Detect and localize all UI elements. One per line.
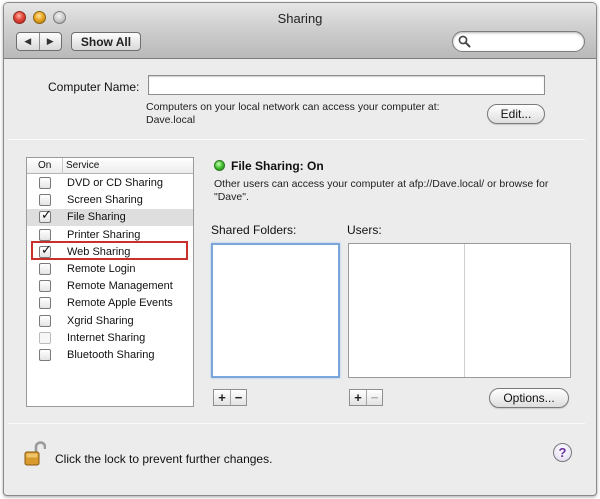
- service-name: Bluetooth Sharing: [67, 349, 155, 361]
- service-list-header: On Service: [27, 158, 193, 174]
- service-name: Printer Sharing: [67, 228, 141, 241]
- service-name: Remote Apple Events: [67, 297, 173, 310]
- service-checkbox[interactable]: [39, 228, 51, 241]
- service-row[interactable]: ✓ File Sharing: [27, 207, 193, 227]
- service-row[interactable]: Internet Sharing: [27, 330, 193, 347]
- title-bar: Sharing ◀ ▶ Show All: [4, 3, 596, 59]
- users-add-remove: + −: [349, 389, 383, 406]
- show-all-button[interactable]: Show All: [71, 32, 141, 51]
- service-checkbox[interactable]: [39, 263, 51, 275]
- service-row[interactable]: Remote Management: [27, 278, 193, 295]
- service-row[interactable]: Bluetooth Sharing: [27, 347, 193, 364]
- sharing-status: File Sharing: On: [231, 159, 324, 173]
- service-row[interactable]: Remote Login: [27, 261, 193, 278]
- service-row[interactable]: Remote Apple Events: [27, 295, 193, 312]
- service-row[interactable]: Xgrid Sharing: [27, 313, 193, 330]
- service-row[interactable]: DVD or CD Sharing: [27, 175, 193, 192]
- network-access-text: Computers on your local network can acce…: [146, 101, 466, 127]
- network-access-description: Computers on your local network can acce…: [146, 101, 440, 113]
- column-header-service[interactable]: Service: [66, 160, 99, 171]
- remove-user-button[interactable]: −: [366, 390, 382, 405]
- service-checkbox[interactable]: [39, 280, 51, 293]
- search-field[interactable]: [452, 31, 585, 52]
- search-icon: [458, 35, 471, 48]
- forward-button[interactable]: ▶: [38, 33, 62, 50]
- column-header-on[interactable]: On: [38, 160, 51, 171]
- service-name: Internet Sharing: [67, 331, 146, 344]
- service-checkbox[interactable]: ✓: [39, 207, 52, 224]
- edit-button[interactable]: Edit...: [487, 104, 545, 124]
- add-user-button[interactable]: +: [350, 390, 366, 405]
- service-checkbox[interactable]: [39, 314, 51, 327]
- shared-folders-add-remove: + −: [213, 389, 247, 406]
- annotation-highlight-box: [31, 241, 188, 260]
- section-divider: [8, 139, 585, 140]
- sharing-description: Other users can access your computer at …: [214, 178, 549, 203]
- service-checkbox[interactable]: [39, 177, 51, 189]
- service-name: Screen Sharing: [67, 194, 143, 207]
- footer-divider: [8, 423, 585, 424]
- help-button[interactable]: ?: [553, 443, 572, 462]
- lock-icon[interactable]: [24, 441, 46, 467]
- service-name: Remote Login: [67, 263, 136, 275]
- users-list[interactable]: [348, 243, 571, 378]
- service-checkbox[interactable]: [39, 297, 51, 310]
- column-separator: [62, 158, 63, 174]
- service-name: File Sharing: [67, 211, 126, 224]
- lock-message: Click the lock to prevent further change…: [55, 452, 273, 466]
- status-on-indicator: [214, 160, 225, 171]
- remove-shared-folder-button[interactable]: −: [230, 390, 246, 405]
- local-address: Dave.local: [146, 114, 196, 126]
- service-name: Xgrid Sharing: [67, 314, 134, 327]
- service-name: Remote Management: [67, 280, 173, 293]
- add-shared-folder-button[interactable]: +: [214, 390, 230, 405]
- service-name: DVD or CD Sharing: [67, 177, 163, 189]
- forward-arrow-icon: ▶: [46, 36, 54, 46]
- service-list: On Service DVD or CD Sharing Screen Shari…: [26, 157, 194, 407]
- service-checkbox: [39, 331, 51, 344]
- service-checkbox[interactable]: [39, 194, 51, 207]
- users-label: Users:: [347, 223, 382, 237]
- service-checkbox[interactable]: [39, 349, 51, 361]
- shared-folders-label: Shared Folders:: [211, 223, 297, 237]
- back-button[interactable]: ◀: [17, 33, 39, 50]
- computer-name-label: Computer Name:: [48, 80, 140, 94]
- search-input[interactable]: [473, 34, 579, 49]
- help-icon: ?: [558, 445, 567, 460]
- back-forward-control: ◀ ▶: [16, 32, 62, 51]
- options-button[interactable]: Options...: [489, 388, 569, 408]
- window-title: Sharing: [277, 11, 323, 26]
- shared-folders-list[interactable]: [211, 243, 340, 378]
- checkmark-icon: ✓: [41, 207, 52, 223]
- users-column-separator: [464, 244, 465, 377]
- back-arrow-icon: ◀: [24, 36, 32, 46]
- computer-name-field[interactable]: [148, 75, 545, 95]
